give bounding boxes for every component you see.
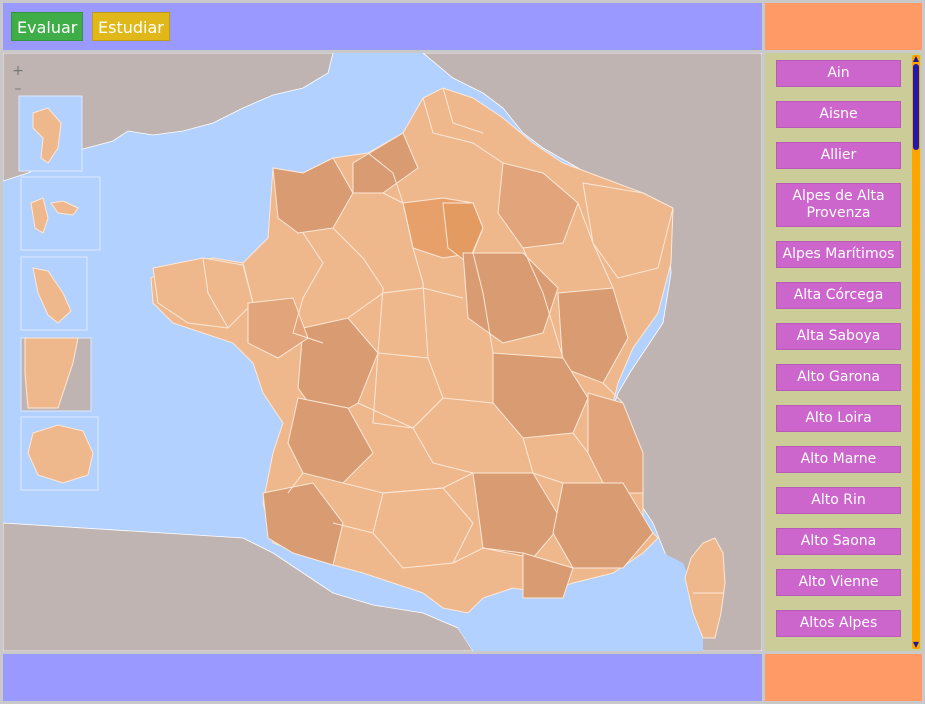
- department-list-item[interactable]: Altos Alpes: [776, 610, 901, 637]
- department-list-item[interactable]: Alpes Marítimos: [776, 241, 901, 268]
- department-list-item[interactable]: Alto Loira: [776, 405, 901, 432]
- estudiar-button[interactable]: Estudiar: [92, 12, 170, 41]
- top-right-panel: [765, 3, 922, 50]
- department-list-item[interactable]: Alto Rin: [776, 487, 901, 514]
- department-list-item[interactable]: Alpes de Alta Provenza: [776, 183, 901, 227]
- department-list-item[interactable]: Alto Vienne: [776, 569, 901, 596]
- top-toolbar: Evaluar Estudiar: [3, 3, 762, 50]
- department-list-item[interactable]: Alta Córcega: [776, 282, 901, 309]
- zoom-out-icon[interactable]: –: [11, 82, 25, 96]
- zoom-in-icon[interactable]: +: [11, 64, 25, 78]
- bottom-bar: [3, 654, 762, 701]
- scrollbar-thumb[interactable]: [913, 64, 919, 150]
- evaluar-button[interactable]: Evaluar: [11, 12, 84, 41]
- department-list-item[interactable]: Alto Garona: [776, 364, 901, 391]
- map-canvas: [3, 53, 762, 651]
- department-list-item[interactable]: Ain: [776, 60, 901, 87]
- scroll-down-icon[interactable]: ▼: [912, 641, 920, 649]
- scrollbar[interactable]: ▲ ▼: [912, 55, 920, 649]
- reunion-shape[interactable]: [27, 424, 94, 484]
- department-list-item[interactable]: Aisne: [776, 101, 901, 128]
- department-list-item[interactable]: Alto Saona: [776, 528, 901, 555]
- department-list-item[interactable]: Alta Saboya: [776, 323, 901, 350]
- bottom-right-panel: [765, 654, 922, 701]
- department-list: Ain Aisne Allier Alpes de Alta Provenza Alpe…: [776, 60, 901, 651]
- department-list-item[interactable]: Alto Marne: [776, 446, 901, 473]
- department-list-item[interactable]: Allier: [776, 142, 901, 169]
- overseas-insets[interactable]: [18, 95, 101, 491]
- scroll-up-icon[interactable]: ▲: [912, 55, 920, 63]
- department-list-panel: Ain Aisne Allier Alpes de Alta Provenza Alpe…: [765, 53, 922, 651]
- france-map[interactable]: + –: [3, 53, 762, 651]
